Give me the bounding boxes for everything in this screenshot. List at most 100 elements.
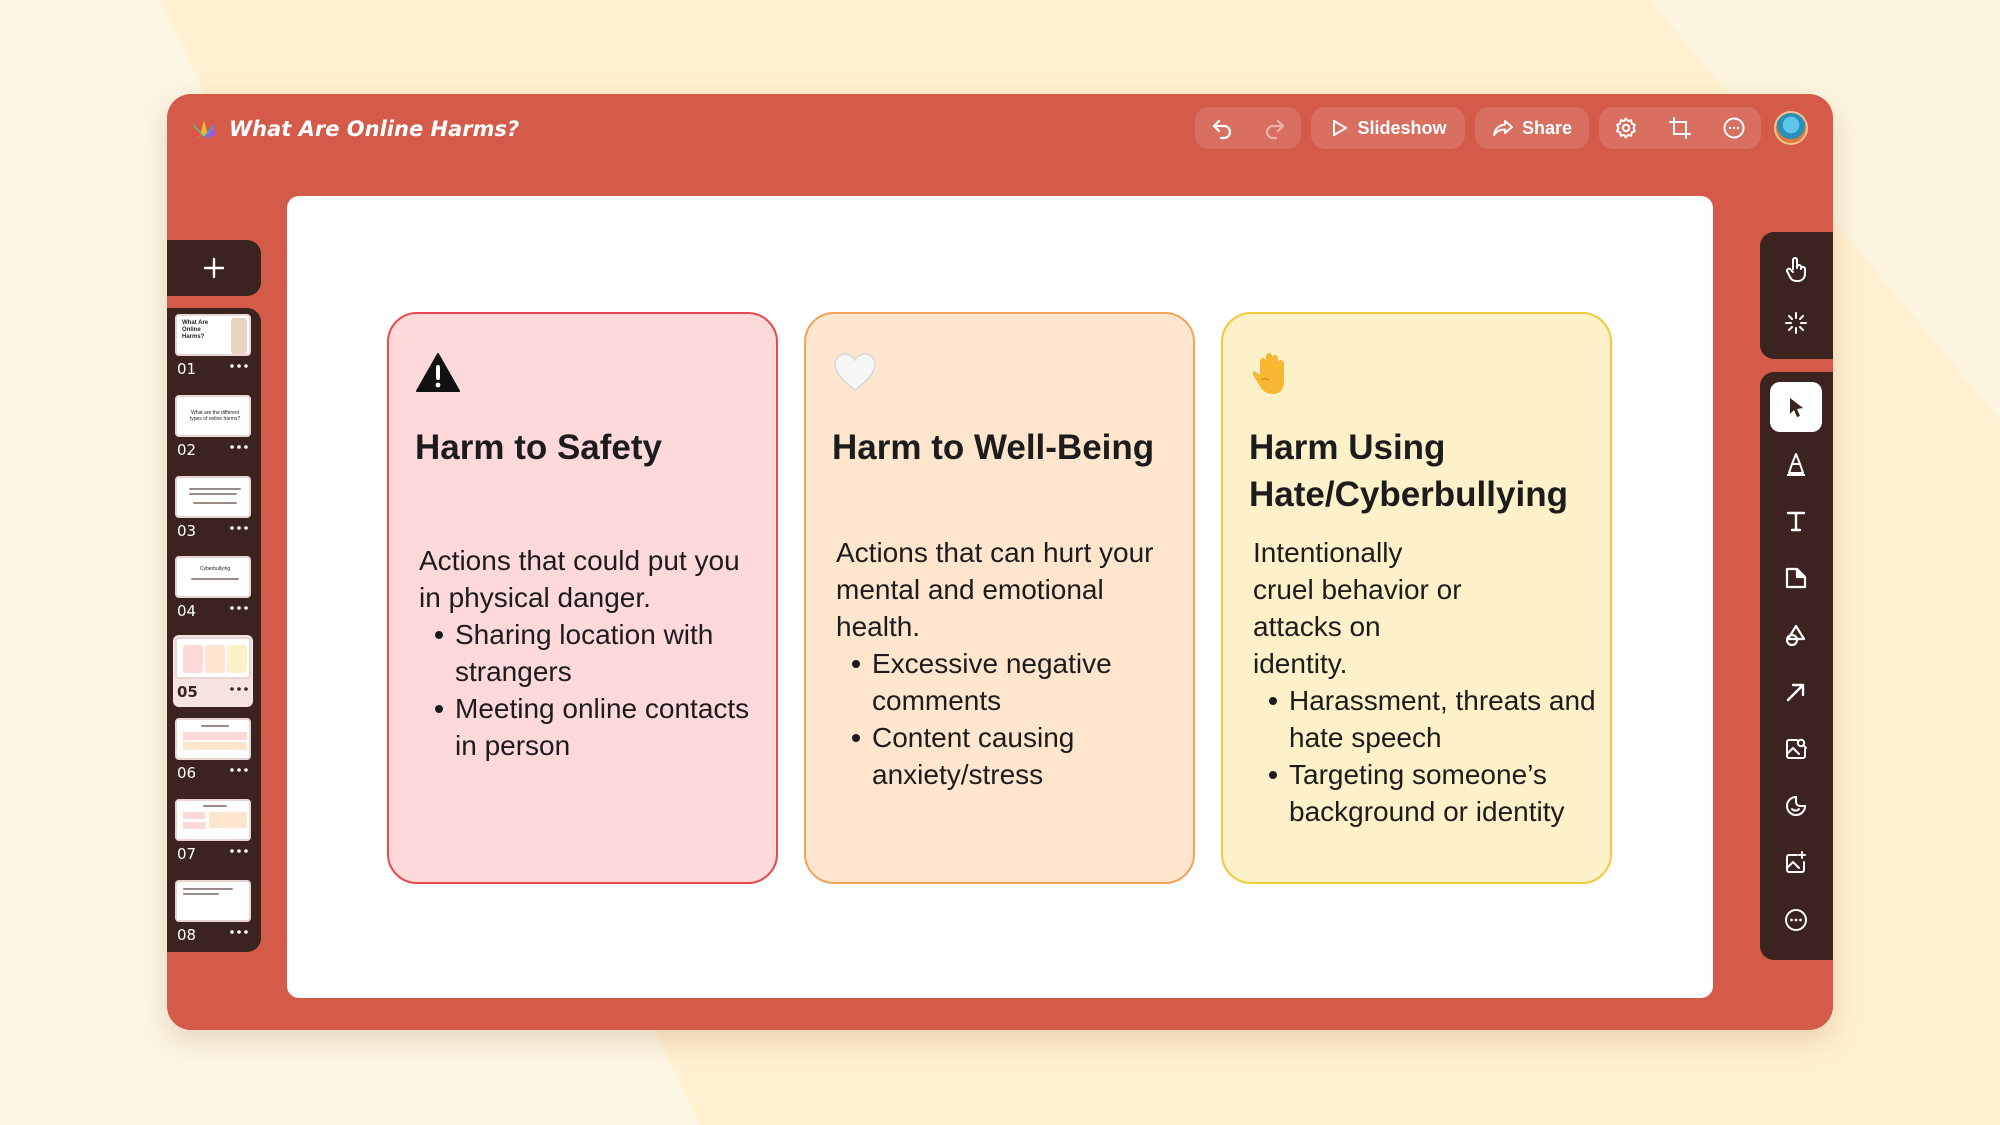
card-bullet-list: Harassment, threats and hate speech Targ… (1253, 682, 1598, 830)
list-item: Content causing anxiety/stress (852, 719, 1181, 793)
document-title[interactable]: What Are Online Harms? (229, 114, 519, 144)
sticker-tool-button[interactable] (1770, 781, 1822, 831)
sticky-note-tool-button[interactable] (1770, 553, 1822, 603)
slideshow-label: Slideshow (1357, 117, 1447, 138)
card-body: Actions that could put you in physical d… (419, 542, 764, 764)
share-label: Share (1521, 117, 1573, 138)
card-title: Harm to Safety (415, 428, 663, 467)
media-tool-button[interactable] (1770, 724, 1822, 774)
slide-more-icon[interactable] (229, 685, 249, 693)
slide-preview-card (205, 645, 225, 673)
slide-thumbnail-active[interactable]: 05 (173, 635, 253, 707)
slide-preview-text: What Are Online Harms? (182, 320, 209, 340)
slide-number: 02 (177, 441, 197, 459)
slide-thumbnail[interactable]: 08 (173, 878, 253, 950)
arrow-tool-button[interactable] (1770, 667, 1822, 717)
list-item: Sharing location with strangers (435, 616, 764, 690)
slide-more-icon[interactable] (229, 362, 249, 370)
slide-thumbnail[interactable]: What Are Online Harms? 01 (173, 312, 253, 384)
slideshow-button-content: Slideshow (1311, 107, 1465, 149)
share-button[interactable]: Share (1475, 107, 1589, 149)
slide-preview-text: Cyberbullying (199, 566, 231, 572)
card-bullet-list: Excessive negative comments Content caus… (836, 645, 1181, 793)
slide-number: 07 (177, 845, 197, 863)
cursor-icon (1790, 398, 1803, 417)
slide-more-icon[interactable] (229, 928, 249, 936)
slide-thumbnail[interactable]: 03 (173, 474, 253, 546)
sticker-icon (1786, 795, 1807, 816)
slide-more-icon[interactable] (229, 604, 249, 612)
app-logo-icon[interactable] (189, 114, 219, 144)
undo-button[interactable] (1195, 107, 1248, 149)
slide-preview-line (183, 893, 219, 895)
text-tool-button[interactable] (1770, 496, 1822, 546)
resize-button[interactable] (1653, 107, 1707, 149)
slide-thumbnail[interactable]: What are the different types of online h… (173, 393, 253, 465)
slide-preview-line (193, 502, 237, 504)
slide-list: What Are Online Harms? 01 What are the d… (167, 308, 261, 952)
shapes-icon (1785, 624, 1806, 647)
slide-preview-line (201, 725, 229, 727)
add-slide-button[interactable] (167, 240, 261, 296)
settings-button[interactable] (1599, 107, 1653, 149)
slide-preview-row (183, 822, 205, 829)
slide-number: 01 (177, 360, 197, 378)
share-button-content: Share (1475, 107, 1589, 149)
slide-preview-line (189, 493, 237, 495)
slide-preview-row (209, 812, 247, 828)
slide-preview-row (183, 812, 205, 819)
slide-preview (175, 880, 251, 922)
card-intro: Intentionally cruel behavior or attacks … (1253, 537, 1462, 679)
select-tool-button[interactable] (1770, 382, 1822, 432)
redo-button[interactable] (1248, 107, 1301, 149)
slide-more-icon[interactable] (229, 524, 249, 532)
slide-more-icon[interactable] (229, 443, 249, 451)
redo-icon (1265, 119, 1284, 140)
interaction-toolbar (1760, 232, 1833, 359)
more-button[interactable] (1707, 107, 1761, 149)
slide-canvas[interactable]: Harm to Safety Actions that could put yo… (287, 196, 1713, 998)
more-icon (1723, 117, 1745, 139)
slide-preview-card (227, 645, 247, 673)
slideshow-button[interactable]: Slideshow (1311, 107, 1465, 149)
slide-more-icon[interactable] (229, 766, 249, 774)
more-tools-icon (1785, 909, 1807, 931)
gear-icon (1616, 117, 1636, 139)
card-harm-to-safety[interactable]: Harm to Safety Actions that could put yo… (387, 312, 778, 884)
card-bullet-list: Sharing location with strangers Meeting … (419, 616, 764, 764)
list-item: Targeting someone’s background or identi… (1269, 756, 1598, 830)
list-item: Meeting online contacts in person (435, 690, 764, 764)
slide-preview (175, 637, 251, 679)
slide-number: 05 (177, 683, 198, 701)
app-window: What Are Online Harms? Slideshow Share W… (167, 94, 1833, 1030)
slide-preview-card (183, 645, 203, 673)
list-item: Excessive negative comments (852, 645, 1181, 719)
highlighter-tool-button[interactable] (1770, 439, 1822, 489)
avatar[interactable] (1774, 111, 1808, 145)
slide-number: 08 (177, 926, 197, 944)
slide-preview-image (231, 318, 247, 354)
slide-preview-line (203, 805, 227, 807)
slide-number: 06 (177, 764, 197, 782)
card-harm-using-hate[interactable]: Harm Using Hate/Cyberbullying Intentiona… (1221, 312, 1612, 884)
slide-thumbnail[interactable]: 07 (173, 797, 253, 869)
slide-thumbnail[interactable]: 06 (173, 716, 253, 788)
slide-preview: What are the different types of online h… (175, 395, 251, 437)
effects-tool-button[interactable] (1770, 298, 1822, 348)
editing-toolbar (1760, 372, 1833, 960)
shapes-tool-button[interactable] (1770, 610, 1822, 660)
list-item: Harassment, threats and hate speech (1269, 682, 1598, 756)
card-harm-to-well-being[interactable]: Harm to Well-Being Actions that can hurt… (804, 312, 1195, 884)
hand-tool-button[interactable] (1770, 244, 1822, 294)
slide-thumbnail[interactable]: Cyberbullying 04 (173, 554, 253, 626)
slide-preview (175, 718, 251, 760)
more-tools-button[interactable] (1770, 895, 1822, 945)
ai-image-icon (1786, 851, 1806, 873)
slide-preview: Cyberbullying (175, 556, 251, 598)
slide-preview-row (183, 732, 247, 740)
raised-hand-icon (1252, 353, 1284, 394)
slide-preview (175, 476, 251, 518)
ai-image-tool-button[interactable] (1770, 838, 1822, 888)
slide-preview: What Are Online Harms? (175, 314, 251, 356)
slide-more-icon[interactable] (229, 847, 249, 855)
